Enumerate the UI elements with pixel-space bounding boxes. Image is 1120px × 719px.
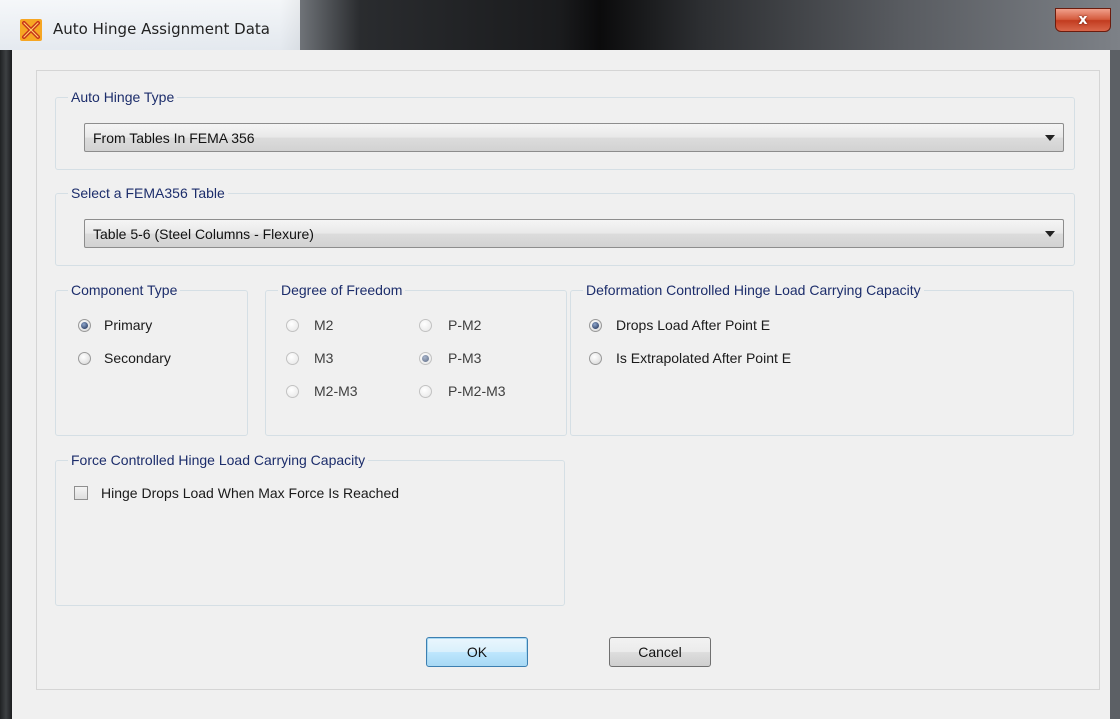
window-frame-left	[0, 50, 12, 719]
fema-table-value: Table 5-6 (Steel Columns - Flexure)	[93, 226, 314, 242]
auto-hinge-type-group: Auto Hinge Type From Tables In FEMA 356	[55, 89, 1075, 170]
dialog-window: Auto Hinge Assignment Data x Auto Hinge …	[0, 0, 1120, 719]
content-panel: Auto Hinge Type From Tables In FEMA 356 …	[36, 70, 1100, 690]
auto-hinge-type-select[interactable]: From Tables In FEMA 356	[84, 123, 1064, 152]
degree-of-freedom-label: Degree of Freedom	[278, 282, 406, 298]
component-type-label: Component Type	[68, 282, 181, 298]
drops-load-radio[interactable]	[589, 319, 602, 332]
deformation-controlled-group: Deformation Controlled Hinge Load Carryi…	[570, 282, 1074, 436]
p-m3-label[interactable]: P-M3	[448, 350, 481, 366]
deformation-controlled-label: Deformation Controlled Hinge Load Carryi…	[583, 282, 924, 298]
p-m2-label[interactable]: P-M2	[448, 317, 481, 333]
m2-m3-label[interactable]: M2-M3	[314, 383, 358, 399]
hinge-drops-load-label[interactable]: Hinge Drops Load When Max Force Is Reach…	[101, 485, 399, 501]
hinge-drops-load-checkbox[interactable]	[74, 486, 88, 500]
app-icon	[20, 19, 42, 41]
fema-table-select[interactable]: Table 5-6 (Steel Columns - Flexure)	[84, 219, 1064, 248]
primary-radio[interactable]	[78, 319, 91, 332]
p-m2-radio[interactable]	[419, 319, 432, 332]
m2-radio[interactable]	[286, 319, 299, 332]
p-m2-m3-label[interactable]: P-M2-M3	[448, 383, 506, 399]
extrapolated-radio[interactable]	[589, 352, 602, 365]
m2-m3-radio[interactable]	[286, 385, 299, 398]
auto-hinge-type-value: From Tables In FEMA 356	[93, 130, 255, 146]
extrapolated-label[interactable]: Is Extrapolated After Point E	[616, 350, 791, 366]
window-frame-right	[1110, 50, 1120, 719]
secondary-radio[interactable]	[78, 352, 91, 365]
ok-button-label: OK	[466, 644, 488, 660]
p-m3-radio[interactable]	[419, 352, 432, 365]
fema-table-label: Select a FEMA356 Table	[68, 185, 228, 201]
secondary-label[interactable]: Secondary	[104, 350, 171, 366]
window-title: Auto Hinge Assignment Data	[53, 20, 270, 38]
title-bar[interactable]: Auto Hinge Assignment Data x	[0, 0, 1120, 50]
drops-load-label[interactable]: Drops Load After Point E	[616, 317, 770, 333]
cancel-button-label: Cancel	[638, 644, 682, 660]
p-m2-m3-radio[interactable]	[419, 385, 432, 398]
chevron-down-icon[interactable]	[1045, 231, 1055, 237]
m3-radio[interactable]	[286, 352, 299, 365]
fema-table-group: Select a FEMA356 Table Table 5-6 (Steel …	[55, 185, 1075, 266]
ok-button[interactable]: OK	[426, 637, 528, 667]
force-controlled-group: Force Controlled Hinge Load Carrying Cap…	[55, 452, 565, 606]
auto-hinge-type-label: Auto Hinge Type	[68, 89, 178, 105]
cancel-button[interactable]: Cancel	[609, 637, 711, 667]
component-type-group: Component Type Primary Secondary	[55, 282, 248, 436]
degree-of-freedom-group: Degree of Freedom M2 M3 M2-M3 P-M2 P-M3 …	[265, 282, 567, 436]
force-controlled-label: Force Controlled Hinge Load Carrying Cap…	[68, 452, 369, 468]
chevron-down-icon[interactable]	[1045, 135, 1055, 141]
m2-label[interactable]: M2	[314, 317, 333, 333]
primary-label[interactable]: Primary	[104, 317, 152, 333]
close-button[interactable]: x	[1055, 8, 1111, 32]
dialog-body: Auto Hinge Type From Tables In FEMA 356 …	[12, 50, 1110, 719]
close-icon: x	[1078, 12, 1088, 28]
m3-label[interactable]: M3	[314, 350, 333, 366]
